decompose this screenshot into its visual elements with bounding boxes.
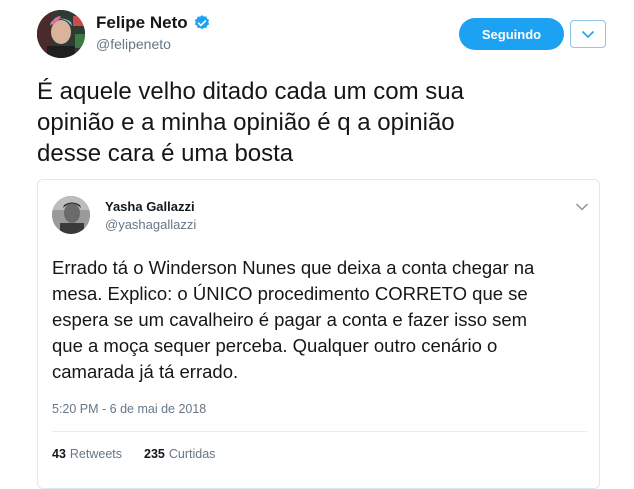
quoted-tweet-card[interactable]: Yasha Gallazzi @yashagallazzi Errado tá … — [37, 179, 600, 489]
quoted-tweet-text: Errado tá o Winderson Nunes que deixa a … — [52, 257, 535, 382]
likes-stat[interactable]: 235 Curtidas — [144, 447, 215, 461]
quoted-author-avatar[interactable] — [52, 196, 90, 234]
verified-badge-icon — [194, 15, 209, 30]
author-handle[interactable]: @felipeneto — [96, 36, 171, 52]
retweets-label: Retweets — [69, 447, 123, 461]
author-name[interactable]: Felipe Neto — [96, 13, 188, 33]
likes-label: Curtidas — [168, 447, 216, 461]
following-button[interactable]: Seguindo — [459, 18, 564, 50]
likes-count: 235 — [144, 447, 165, 461]
divider — [52, 431, 587, 432]
more-options-button[interactable] — [570, 20, 606, 48]
retweets-count: 43 — [52, 447, 66, 461]
chevron-down-icon — [581, 30, 595, 38]
quoted-author-handle[interactable]: @yashagallazzi — [105, 217, 196, 232]
retweets-stat[interactable]: 43 Retweets — [52, 447, 122, 461]
author-avatar[interactable] — [37, 10, 85, 58]
author-name-row: Felipe Neto — [96, 13, 211, 33]
user-avatar-icon — [37, 10, 85, 58]
tweet-text: É aquele velho ditado cada um com sua op… — [37, 78, 464, 167]
user-avatar-icon — [52, 196, 90, 234]
chevron-down-icon[interactable] — [575, 202, 589, 212]
quoted-author-name[interactable]: Yasha Gallazzi — [105, 199, 195, 214]
quoted-tweet-timestamp[interactable]: 5:20 PM - 6 de mai de 2018 — [52, 402, 206, 416]
quoted-tweet-stats: 43 Retweets 235 Curtidas — [52, 447, 215, 461]
